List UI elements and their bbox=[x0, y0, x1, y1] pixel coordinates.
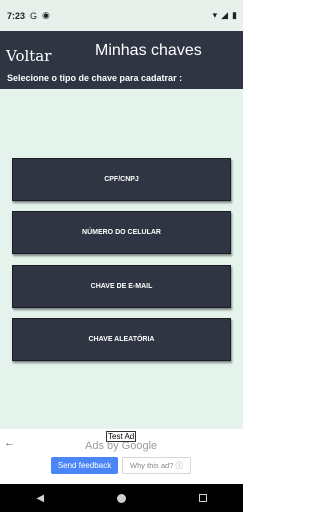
why-this-ad-button[interactable]: Why this ad? ⓘ bbox=[122, 457, 191, 474]
app-header: Voltar Minhas chaves Selecione o tipo de… bbox=[0, 31, 243, 89]
back-arrow-icon[interactable]: ← bbox=[4, 437, 15, 449]
random-key-button[interactable]: CHAVE ALEATÓRIA bbox=[12, 318, 231, 361]
email-key-button[interactable]: CHAVE DE E-MAIL bbox=[12, 265, 231, 308]
phone-number-button[interactable]: NÚMERO DO CELULAR bbox=[12, 211, 231, 254]
key-type-list: CPF/CNPJ NÚMERO DO CELULAR CHAVE DE E-MA… bbox=[0, 89, 243, 429]
battery-icon: ▮ bbox=[232, 10, 237, 20]
wifi-icon: ▾ bbox=[212, 10, 218, 20]
test-ad-badge: Test Ad bbox=[106, 431, 137, 442]
status-bar: 7:23 G ◉ ▾ ◢ ▮ bbox=[0, 0, 243, 31]
send-feedback-button[interactable]: Send feedback bbox=[51, 457, 118, 474]
nav-recents-icon[interactable] bbox=[198, 494, 207, 502]
cpf-cnpj-button[interactable]: CPF/CNPJ bbox=[12, 158, 231, 201]
g-icon: G bbox=[30, 10, 38, 21]
media-icon: ◉ bbox=[42, 10, 50, 20]
system-nav-bar: ◀ bbox=[0, 484, 243, 512]
signal-icon: ◢ bbox=[221, 10, 229, 20]
status-time: 7:23 bbox=[7, 10, 26, 21]
instruction-text: Selecione o tipo de chave para cadatrar … bbox=[7, 73, 183, 83]
ad-banner: ← Ads by Google Test Ad Send feedback Wh… bbox=[0, 429, 243, 484]
nav-home-icon[interactable] bbox=[116, 493, 126, 503]
nav-back-icon[interactable]: ◀ bbox=[36, 493, 44, 504]
back-button[interactable]: Voltar bbox=[6, 47, 51, 65]
page-title: Minhas chaves bbox=[95, 42, 202, 59]
